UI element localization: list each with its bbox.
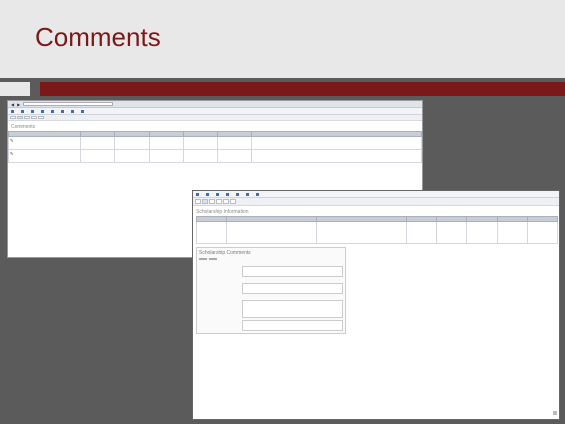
nav-tab[interactable]	[223, 199, 229, 204]
section-heading: Comments	[11, 124, 36, 130]
comment-field-label	[199, 266, 239, 277]
bookmarks-bar	[193, 191, 559, 198]
table-cell	[114, 149, 150, 163]
comment-button[interactable]	[209, 258, 217, 260]
comment-group	[197, 262, 345, 279]
comment-group	[197, 279, 345, 296]
bookmark[interactable]	[196, 192, 200, 196]
section-heading: Scholarship Information	[196, 209, 249, 215]
bookmark[interactable]	[31, 109, 35, 113]
address-bar[interactable]	[23, 102, 114, 106]
edit-icon[interactable]: ✎	[10, 151, 13, 156]
table-cell	[316, 221, 408, 244]
nav-tab[interactable]	[24, 116, 30, 119]
nav-tab[interactable]	[230, 199, 236, 204]
bookmark[interactable]	[41, 109, 45, 113]
table-cell	[182, 149, 218, 163]
bookmark[interactable]	[226, 192, 230, 196]
nav-tab[interactable]	[10, 116, 16, 119]
browser-toolbar: ◀ ▶	[8, 101, 422, 108]
back-icon[interactable]: ◀	[11, 102, 14, 107]
comment-field-label	[199, 283, 239, 294]
forward-icon[interactable]: ▶	[17, 102, 20, 107]
band-gap	[30, 82, 40, 96]
comment-textarea[interactable]	[242, 320, 343, 331]
table-cell	[114, 136, 150, 150]
table-cell	[195, 221, 228, 244]
table-cell	[148, 149, 184, 163]
bookmark[interactable]	[81, 109, 85, 113]
comment-textarea[interactable]	[242, 266, 343, 277]
bookmark[interactable]	[216, 192, 220, 196]
table-cell	[251, 149, 422, 163]
comment-group	[197, 296, 345, 333]
comments-panel: Scholarship Comments	[196, 247, 346, 334]
table-cell	[526, 221, 559, 244]
edit-icon[interactable]: ✎	[10, 138, 13, 143]
comment-field-label	[199, 320, 239, 331]
comments-table: ✎ ✎	[8, 131, 422, 163]
slide-title: Comments	[35, 22, 161, 52]
nav-tab[interactable]	[216, 199, 222, 204]
nav-tab-comments[interactable]	[202, 199, 208, 204]
nav-tab-comments[interactable]	[17, 116, 23, 119]
band-red	[40, 82, 565, 96]
bookmark[interactable]	[206, 192, 210, 196]
bookmark[interactable]	[256, 192, 260, 196]
comment-field-label	[199, 300, 239, 318]
bookmark[interactable]	[71, 109, 75, 113]
table-cell	[182, 136, 218, 150]
table-cell	[466, 221, 498, 244]
table-cell	[80, 136, 116, 150]
bookmark[interactable]	[61, 109, 65, 113]
nav-tab[interactable]	[195, 199, 201, 204]
app-nav-tabs	[193, 198, 559, 206]
table-cell	[496, 221, 528, 244]
comment-textarea[interactable]	[242, 283, 343, 294]
nav-tab[interactable]	[209, 199, 215, 204]
bookmark[interactable]	[21, 109, 25, 113]
table-cell	[436, 221, 468, 244]
comments-heading: Scholarship Comments	[199, 250, 251, 256]
nav-tab[interactable]	[31, 116, 37, 119]
table-cell	[148, 136, 184, 150]
table-cell	[251, 136, 422, 150]
band-left	[0, 82, 30, 96]
bookmark[interactable]	[51, 109, 55, 113]
bookmarks-bar	[8, 108, 422, 115]
screenshot-scholarship-comments: Scholarship Information Scholarship Comm…	[192, 190, 560, 420]
comment-textarea[interactable]	[242, 300, 343, 318]
table-row[interactable]: ✎	[8, 136, 422, 150]
comment-button[interactable]	[199, 258, 207, 260]
slide: Comments ◀ ▶ Comments ✎ ✎ Scholarship In…	[0, 0, 565, 424]
bookmark[interactable]	[246, 192, 250, 196]
table-cell	[216, 149, 253, 163]
table-cell	[216, 136, 253, 150]
nav-tab[interactable]	[38, 116, 44, 119]
table-row[interactable]	[195, 221, 559, 244]
scholarship-table	[195, 216, 559, 244]
table-cell	[226, 221, 318, 244]
bookmark[interactable]	[11, 109, 15, 113]
table-cell	[406, 221, 438, 244]
bookmark[interactable]	[236, 192, 240, 196]
table-row[interactable]: ✎	[8, 149, 422, 163]
table-cell	[80, 149, 116, 163]
scrollbar-corner[interactable]	[553, 411, 557, 415]
